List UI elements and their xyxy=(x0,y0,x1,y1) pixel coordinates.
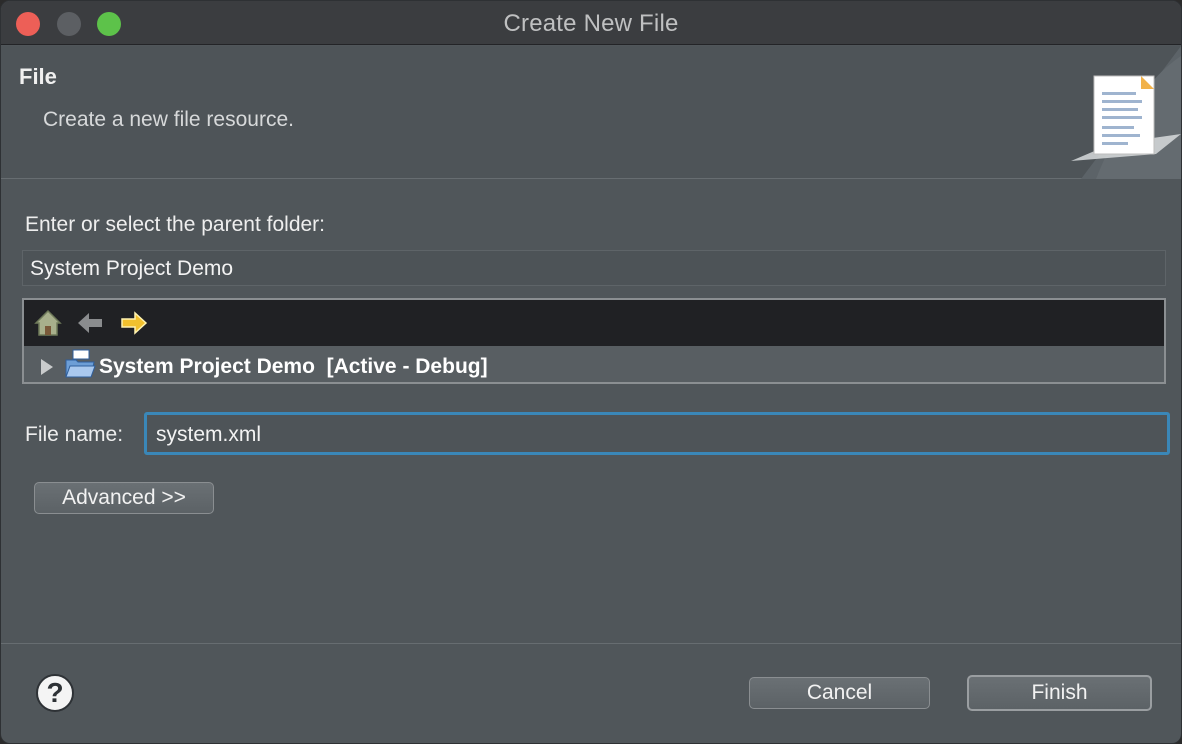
parent-folder-input[interactable]: System Project Demo xyxy=(22,250,1166,286)
cancel-button[interactable]: Cancel xyxy=(749,677,930,709)
finish-button[interactable]: Finish xyxy=(967,675,1152,711)
folder-tree[interactable]: System Project Demo [Active - Debug] xyxy=(22,298,1166,384)
tree-item-system-project-demo[interactable]: System Project Demo [Active - Debug] xyxy=(24,349,1164,382)
button-bar-divider xyxy=(1,643,1181,644)
advanced-button[interactable]: Advanced >> xyxy=(34,482,214,514)
project-folder-icon xyxy=(65,349,96,378)
help-icon[interactable]: ? xyxy=(36,674,74,712)
tree-item-label: System Project Demo [Active - Debug] xyxy=(99,355,488,378)
tree-toolbar xyxy=(24,300,1164,346)
file-name-input[interactable]: system.xml xyxy=(144,412,1170,455)
home-icon[interactable] xyxy=(33,308,63,338)
forward-arrow-icon[interactable] xyxy=(119,308,149,338)
parent-folder-label: Enter or select the parent folder: xyxy=(25,213,325,236)
file-name-label: File name: xyxy=(25,423,124,446)
new-file-wizard-icon xyxy=(1071,46,1181,179)
window-title: Create New File xyxy=(503,10,679,37)
page-description: Create a new file resource. xyxy=(43,108,294,131)
back-arrow-icon[interactable] xyxy=(75,308,105,338)
expand-triangle-icon[interactable] xyxy=(41,359,53,375)
page-title: File xyxy=(19,64,57,89)
wizard-header: File Create a new file resource. xyxy=(1,46,1181,179)
title-bar[interactable]: Create New File xyxy=(1,1,1181,45)
create-new-file-dialog: Create New File File Create a new file r… xyxy=(0,0,1182,744)
